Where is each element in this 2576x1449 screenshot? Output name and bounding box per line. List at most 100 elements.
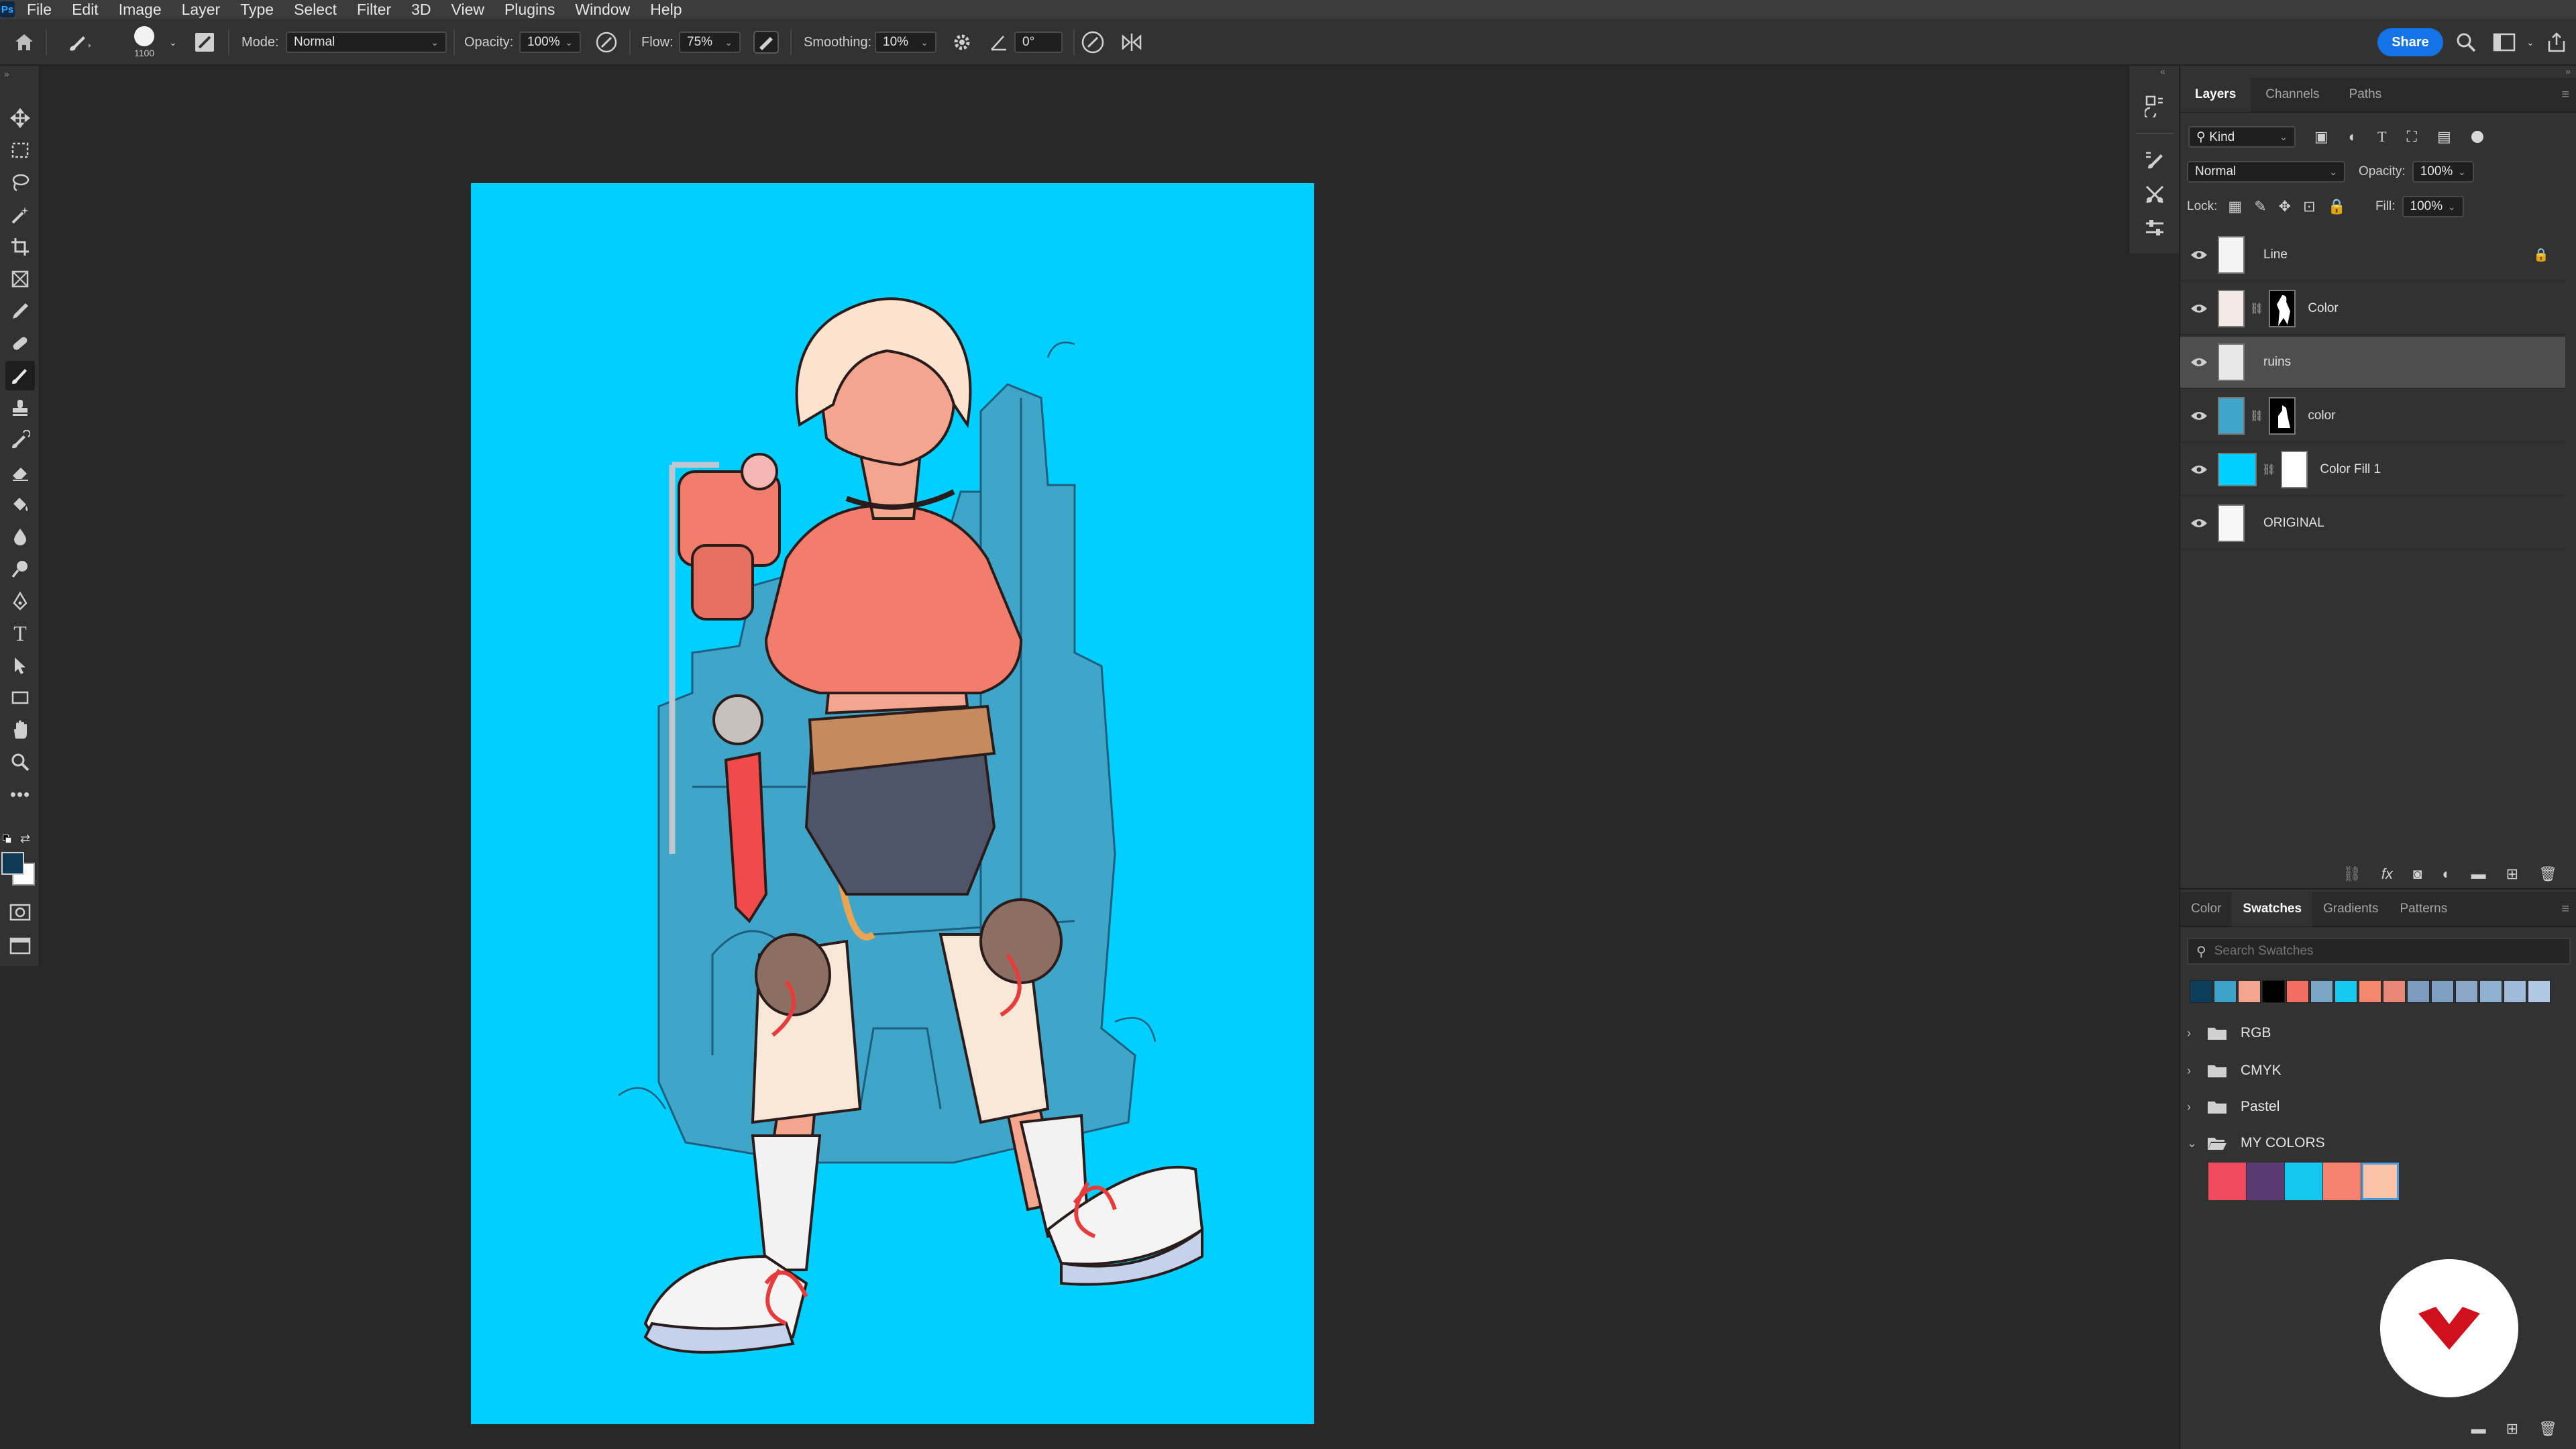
recent-swatch[interactable] [2407, 980, 2430, 1003]
my-color-swatch[interactable] [2208, 1163, 2246, 1200]
new-layer-icon[interactable]: ⊞ [2506, 865, 2518, 883]
layer-opacity-field[interactable]: 100% ⌄ [2412, 161, 2474, 182]
recent-swatch[interactable] [2528, 980, 2551, 1003]
chevron-right-icon[interactable]: › [2187, 1100, 2207, 1114]
menu-view[interactable]: View [451, 1, 484, 19]
new-group-folder-icon[interactable]: ▬ [2471, 1420, 2486, 1438]
brush-preset-picker[interactable]: 1100 [134, 19, 154, 66]
layer-row-line[interactable]: Line 🔒 [2180, 229, 2565, 282]
adjustment-layer-icon[interactable]: ◐ [2442, 865, 2451, 883]
menu-select[interactable]: Select [294, 1, 337, 19]
menu-image[interactable]: Image [119, 1, 162, 19]
chevron-right-icon[interactable]: › [2187, 1026, 2207, 1040]
recent-swatch[interactable] [2190, 980, 2212, 1003]
layer-name[interactable]: ORIGINAL [2263, 516, 2324, 531]
menu-3d[interactable]: 3D [411, 1, 431, 19]
eye-icon[interactable] [2180, 464, 2218, 475]
eye-icon[interactable] [2180, 411, 2218, 421]
chevron-down-icon[interactable]: ⌄ [169, 19, 177, 66]
filter-type-icon[interactable]: T [2377, 128, 2386, 146]
fill-field[interactable]: 100% ⌄ [2402, 196, 2464, 217]
clone-stamp-tool-icon[interactable] [5, 393, 35, 423]
document-canvas[interactable] [471, 183, 1314, 1424]
recent-swatch[interactable] [2286, 980, 2309, 1003]
recent-swatch[interactable] [2455, 980, 2478, 1003]
mode-select[interactable]: Normal ⌄ [286, 32, 447, 53]
menu-file[interactable]: File [27, 1, 52, 19]
history-panel-icon[interactable] [2141, 93, 2168, 119]
chevron-down-icon[interactable]: ⌄ [2187, 1136, 2207, 1150]
brush-tool-icon[interactable] [67, 19, 94, 66]
layer-row-color[interactable]: ⛓ Color [2180, 283, 2565, 335]
screen-mode-icon[interactable] [5, 931, 35, 961]
recent-swatch[interactable] [2504, 980, 2526, 1003]
tab-color[interactable]: Color [2180, 892, 2232, 926]
layer-row-ruins[interactable]: ruins [2180, 337, 2565, 389]
lasso-tool-icon[interactable] [5, 168, 35, 197]
recent-swatch[interactable] [2262, 980, 2285, 1003]
crop-tool-icon[interactable] [5, 232, 35, 262]
menu-window[interactable]: Window [575, 1, 630, 19]
layer-row-original[interactable]: ORIGINAL [2180, 498, 2565, 550]
collapse-arrows-icon[interactable]: « [2160, 66, 2165, 76]
move-tool-icon[interactable] [5, 103, 35, 133]
brush-settings-icon[interactable] [193, 19, 216, 66]
quick-mask-icon[interactable] [5, 898, 35, 927]
link-layers-icon[interactable]: ⛓ [2343, 865, 2361, 883]
clone-source-panel-icon[interactable] [2141, 181, 2168, 208]
eraser-tool-icon[interactable] [5, 458, 35, 487]
panel-menu-icon[interactable]: ≡ [2561, 87, 2569, 103]
tab-gradients[interactable]: Gradients [2312, 892, 2389, 926]
adjustments-panel-icon[interactable] [2141, 215, 2168, 241]
menu-layer[interactable]: Layer [182, 1, 221, 19]
share-button[interactable]: Share [2377, 28, 2443, 56]
pressure-opacity-icon[interactable] [594, 19, 619, 66]
type-tool-icon[interactable]: T [5, 619, 35, 648]
layer-name[interactable]: ruins [2263, 355, 2291, 370]
smoothing-field[interactable]: 10% ⌄ [875, 32, 936, 53]
lock-transparent-icon[interactable]: ▦ [2228, 198, 2242, 215]
recent-swatch[interactable] [2310, 980, 2333, 1003]
recent-swatch[interactable] [2431, 980, 2454, 1003]
folder-icon[interactable]: ▬ [2471, 865, 2486, 883]
add-mask-icon[interactable]: ◙ [2413, 865, 2422, 883]
zoom-tool-icon[interactable] [5, 747, 35, 777]
path-selection-tool-icon[interactable] [5, 651, 35, 680]
opacity-field[interactable]: 100% ⌄ [519, 32, 581, 53]
layer-name[interactable]: Color Fill 1 [2320, 462, 2381, 477]
layer-name[interactable]: Color [2308, 301, 2338, 316]
eye-icon[interactable] [2180, 250, 2218, 260]
menu-plugins[interactable]: Plugins [504, 1, 555, 19]
eye-icon[interactable] [2180, 357, 2218, 368]
layer-name[interactable]: color [2308, 409, 2335, 423]
layer-row-color-lower[interactable]: ⛓ color [2180, 390, 2565, 443]
recent-swatch[interactable] [2214, 980, 2237, 1003]
symmetry-icon[interactable] [1119, 19, 1144, 66]
trash-icon[interactable]: 🗑 [2538, 1420, 2557, 1438]
more-tools-icon[interactable]: ••• [5, 780, 35, 809]
link-chain-icon[interactable]: ⛓ [2250, 302, 2263, 315]
blend-mode-select[interactable]: Normal ⌄ [2187, 161, 2345, 182]
history-brush-tool-icon[interactable] [5, 425, 35, 455]
collapse-arrows-icon[interactable]: » [2565, 66, 2571, 76]
search-icon[interactable] [2455, 19, 2477, 66]
angle-field[interactable]: 0° [1014, 32, 1063, 53]
swap-colors-icon[interactable]: ⇄ [20, 832, 30, 846]
eye-icon[interactable] [2180, 518, 2218, 529]
canvas-area[interactable] [42, 66, 2128, 1449]
hand-tool-icon[interactable] [5, 715, 35, 745]
foreground-color-swatch[interactable] [1, 852, 24, 875]
tab-swatches[interactable]: Swatches [2232, 892, 2313, 926]
link-chain-icon[interactable]: ⛓ [2262, 463, 2275, 476]
filter-toggle-icon[interactable] [2471, 131, 2483, 143]
home-icon[interactable] [13, 19, 35, 66]
recent-swatch[interactable] [2359, 980, 2381, 1003]
tab-layers[interactable]: Layers [2180, 77, 2251, 112]
my-color-swatch-selected[interactable] [2361, 1163, 2399, 1200]
healing-brush-tool-icon[interactable] [5, 329, 35, 358]
fill-layer-swatch[interactable] [2218, 453, 2257, 486]
flow-field[interactable]: 75% ⌄ [679, 32, 741, 53]
layer-mask-thumbnail[interactable] [2269, 290, 2296, 327]
brush-tool-icon[interactable] [5, 361, 35, 390]
photoshop-logo-icon[interactable]: Ps [0, 1, 15, 17]
